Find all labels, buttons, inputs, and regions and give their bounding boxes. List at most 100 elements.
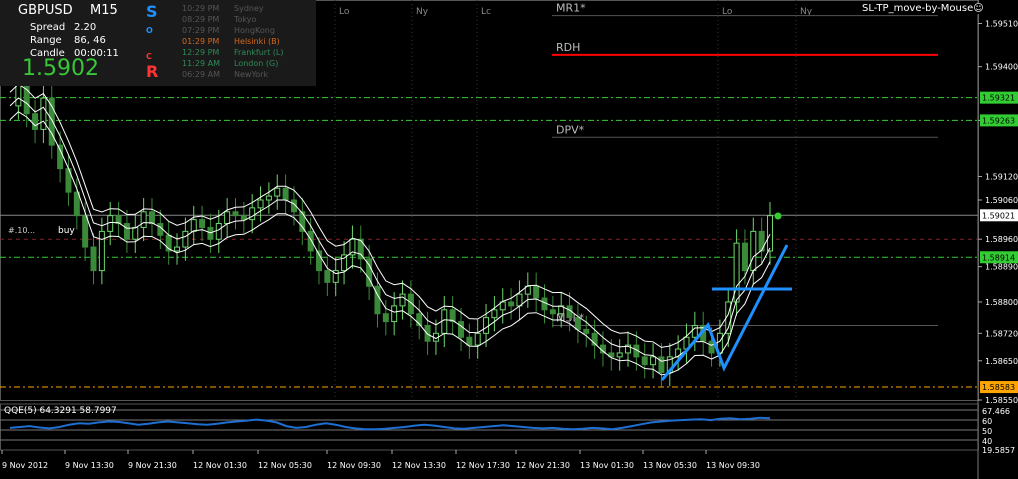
candle-body bbox=[224, 211, 231, 225]
candle-body bbox=[650, 356, 657, 366]
candle-body bbox=[123, 223, 130, 240]
candle-body bbox=[750, 230, 757, 272]
qqe-axis-label: 67.466 bbox=[982, 407, 1010, 416]
x-tick-label: 9 Nov 13:30 bbox=[65, 461, 114, 470]
x-tick-label: 12 Nov 09:30 bbox=[327, 461, 381, 470]
level-price-label: 1.58583 bbox=[982, 383, 1015, 392]
candle-body bbox=[474, 332, 481, 346]
session-name: NewYork bbox=[234, 70, 269, 79]
indicator-s: S bbox=[146, 2, 158, 21]
candle-body bbox=[549, 309, 556, 315]
candle-body bbox=[508, 301, 515, 307]
candle-body bbox=[132, 226, 139, 240]
range-value: 86, 46 bbox=[74, 35, 106, 46]
indicator-c: C bbox=[146, 52, 152, 61]
price-marker-dot bbox=[774, 212, 782, 220]
sltp-label[interactable]: SL-TP_move-by-Mouse☺ bbox=[860, 3, 986, 14]
pivot-label: DPV* bbox=[556, 123, 585, 136]
candle-body bbox=[148, 211, 155, 225]
candle-body bbox=[574, 317, 581, 330]
candle-body bbox=[391, 305, 398, 323]
x-tick-label: 12 Nov 01:30 bbox=[193, 461, 247, 470]
level-price-label: 1.58914 bbox=[982, 253, 1015, 262]
candle-body bbox=[174, 246, 181, 252]
session-time: 06:29 AM bbox=[182, 70, 220, 79]
session-time: 11:29 AM bbox=[182, 59, 220, 68]
y-tick-label: 1.58800 bbox=[985, 298, 1018, 307]
qqe-axis-label: 40 bbox=[982, 437, 992, 446]
session-name: London (G) bbox=[234, 59, 279, 68]
pivot-label: MR1* bbox=[556, 2, 586, 15]
candle-body bbox=[399, 293, 406, 307]
level-price-label: 1.59321 bbox=[982, 94, 1015, 103]
candle-body bbox=[40, 97, 47, 130]
order-label: buy bbox=[58, 226, 75, 236]
qqe-axis-label: 19.5857 bbox=[982, 446, 1015, 455]
y-tick-label: 1.58890 bbox=[985, 263, 1018, 272]
order-tag: #.10... bbox=[8, 226, 35, 235]
candles bbox=[15, 68, 773, 387]
spread-value: 2.20 bbox=[74, 22, 97, 33]
candle-body bbox=[299, 211, 306, 232]
y-tick-label: 1.59120 bbox=[985, 172, 1018, 181]
session-time: 10:29 PM bbox=[182, 4, 220, 13]
candle-body bbox=[140, 211, 147, 228]
candle-body bbox=[741, 242, 748, 272]
range-label: Range bbox=[30, 35, 62, 46]
candle-body bbox=[457, 321, 464, 338]
candle-body bbox=[424, 324, 431, 342]
candle-body bbox=[533, 285, 540, 299]
session-time: 12:29 PM bbox=[182, 48, 220, 57]
candle-body bbox=[215, 223, 222, 240]
candle-body bbox=[199, 219, 206, 228]
candle-body bbox=[758, 230, 765, 252]
session-time: 01:29 PM bbox=[182, 37, 220, 46]
candle-body bbox=[616, 352, 623, 358]
candle-body bbox=[240, 215, 247, 221]
candle-body bbox=[382, 313, 389, 323]
candle-body bbox=[274, 187, 281, 197]
y-tick-label: 1.58960 bbox=[985, 235, 1018, 244]
ma-upper bbox=[9, 83, 771, 348]
timeframe-label: M15 bbox=[90, 3, 118, 18]
candle-body bbox=[541, 297, 548, 311]
candle-body bbox=[157, 223, 164, 236]
candle-body bbox=[324, 270, 331, 283]
spread-label: Spread bbox=[30, 22, 66, 33]
symbol-label: GBPUSD bbox=[18, 3, 73, 18]
y-tick-label: 1.58720 bbox=[985, 329, 1018, 338]
candle-body bbox=[307, 230, 314, 252]
level-price-label: 1.59263 bbox=[982, 116, 1015, 125]
y-tick-label: 1.58550 bbox=[985, 396, 1018, 405]
candle-body bbox=[483, 317, 490, 334]
candle-body bbox=[257, 199, 264, 209]
x-tick-label: 9 Nov 21:30 bbox=[128, 461, 177, 470]
candle-body bbox=[641, 356, 648, 366]
ma-lower bbox=[9, 111, 771, 376]
candle-body bbox=[441, 309, 448, 334]
x-tick-label: 12 Nov 21:30 bbox=[516, 461, 570, 470]
candle-body bbox=[90, 246, 97, 272]
x-tick-label: 13 Nov 05:30 bbox=[643, 461, 697, 470]
candle-body bbox=[32, 113, 39, 130]
session-name: Tokyo bbox=[234, 15, 257, 24]
info-panel: GBPUSD M15 Spread 2.20 Range 86, 46 Cand… bbox=[0, 0, 316, 86]
x-tick-label: 13 Nov 01:30 bbox=[580, 461, 634, 470]
candle-body bbox=[98, 230, 105, 272]
current-price-label: 1.59021 bbox=[982, 211, 1015, 220]
candle-body bbox=[182, 230, 189, 248]
session-time: 08:29 PM bbox=[182, 15, 220, 24]
candle-body bbox=[23, 81, 30, 115]
x-tick-label: 12 Nov 13:30 bbox=[392, 461, 446, 470]
session-marker-label: Lo bbox=[339, 7, 350, 17]
session-time: 07:29 PM bbox=[182, 26, 220, 35]
candle-body bbox=[691, 324, 698, 338]
candle-body bbox=[232, 211, 239, 217]
session-name: Frankfurt (L) bbox=[234, 48, 284, 57]
x-tick-label: 13 Nov 09:30 bbox=[706, 461, 760, 470]
qqe-label: QQE(5) 64.3291 58.7997 bbox=[4, 406, 117, 416]
session-marker-label: Ny bbox=[416, 7, 429, 17]
y-tick-label: 1.58650 bbox=[985, 357, 1018, 366]
x-tick-label: 12 Nov 05:30 bbox=[258, 461, 312, 470]
x-tick-label: 9 Nov 2012 bbox=[2, 461, 48, 470]
